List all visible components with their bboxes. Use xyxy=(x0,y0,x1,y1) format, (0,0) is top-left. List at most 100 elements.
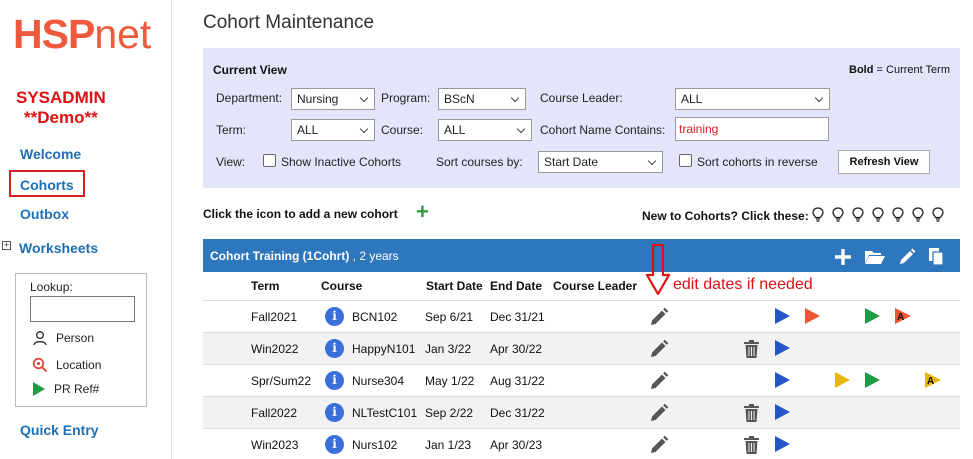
pencil-icon[interactable] xyxy=(649,339,669,362)
play-green-icon[interactable] xyxy=(864,307,881,328)
info-icon[interactable]: i xyxy=(325,435,344,454)
pencil-icon[interactable] xyxy=(649,307,669,330)
sort-reverse-checkbox[interactable] xyxy=(679,154,692,167)
play-blue-icon[interactable] xyxy=(774,371,791,392)
name-contains-input[interactable]: training xyxy=(675,117,829,141)
lookup-pr-ref[interactable]: PR Ref# xyxy=(32,381,99,397)
cell-course[interactable]: Nurs102 xyxy=(352,438,397,452)
table-row: Fall2021 i BCN102 Sep 6/21 Dec 31/21 A xyxy=(203,300,960,332)
show-inactive-checkbox[interactable] xyxy=(263,154,276,167)
trash-icon[interactable] xyxy=(743,403,760,426)
play-blue-icon[interactable] xyxy=(774,307,791,328)
cell-term: Fall2022 xyxy=(251,406,298,420)
sidebar: HSPnet SYSADMIN **Demo** Welcome Cohorts… xyxy=(0,0,172,459)
nav-cohorts-highlight[interactable]: Cohorts xyxy=(9,170,85,197)
lightbulb-icon[interactable] xyxy=(932,207,944,222)
cell-start-date: Sep 2/22 xyxy=(425,406,474,420)
cell-term: Spr/Sum22 xyxy=(251,374,312,388)
lookup-panel: Lookup: Person Location PR Ref# xyxy=(15,273,147,407)
show-inactive-label: Show Inactive Cohorts xyxy=(281,155,402,169)
lightbulb-icon[interactable] xyxy=(872,207,884,222)
down-arrow-annotation-icon xyxy=(645,243,671,296)
lightbulb-icon[interactable] xyxy=(852,207,864,222)
play-green-icon xyxy=(33,382,45,396)
course-leader-label: Course Leader: xyxy=(540,91,623,105)
course-select[interactable]: ALL xyxy=(438,119,532,141)
lookup-input[interactable] xyxy=(30,296,135,322)
pencil-icon[interactable] xyxy=(649,403,669,426)
trash-icon[interactable] xyxy=(743,435,760,458)
cell-term: Win2023 xyxy=(251,438,299,452)
play-yellow-icon[interactable] xyxy=(834,371,851,392)
table-row: Fall2022 i NLTestC101 Sep 2/22 Dec 31/22 xyxy=(203,396,960,428)
nav-quick-entry[interactable]: Quick Entry xyxy=(20,422,99,438)
cohort-actions xyxy=(834,247,944,266)
lookup-person-label: Person xyxy=(56,331,95,345)
info-icon[interactable]: i xyxy=(325,339,344,358)
cohort-title: Cohort Training (1Cohrt) , 2 years xyxy=(210,249,399,263)
sort-by-select[interactable]: Start Date xyxy=(538,151,663,173)
filter-heading: Current View xyxy=(213,63,287,77)
department-select[interactable]: Nursing xyxy=(291,88,375,110)
sort-reverse-label: Sort cohorts in reverse xyxy=(697,155,818,169)
play-blue-icon[interactable] xyxy=(774,435,791,456)
location-search-icon xyxy=(32,357,48,373)
cell-term: Fall2021 xyxy=(251,310,298,324)
play-a-yellow-icon[interactable]: A xyxy=(924,371,942,392)
worksheets-expand-icon[interactable]: + xyxy=(2,241,11,250)
hspnet-logo[interactable]: HSPnet xyxy=(13,14,151,55)
add-cohort-text: Click the icon to add a new cohort xyxy=(203,207,398,221)
trash-icon[interactable] xyxy=(743,339,760,362)
cell-course[interactable]: Nurse304 xyxy=(352,374,404,388)
program-select[interactable]: BScN xyxy=(438,88,526,110)
app-root: HSPnet SYSADMIN **Demo** Welcome Cohorts… xyxy=(0,0,973,459)
filter-panel: Current View Bold = Current Term Departm… xyxy=(203,48,960,188)
th-start-date: Start Date xyxy=(426,279,483,293)
nav-outbox[interactable]: Outbox xyxy=(20,206,69,222)
cell-course[interactable]: HappyN101 xyxy=(352,342,415,356)
play-red-icon[interactable] xyxy=(804,307,821,328)
lookup-title: Lookup: xyxy=(30,280,73,294)
cell-start-date: Jan 1/23 xyxy=(425,438,472,452)
view-label: View: xyxy=(216,155,246,169)
info-icon[interactable]: i xyxy=(325,307,344,326)
add-cohort-plus-icon[interactable]: + xyxy=(416,201,429,223)
svg-text:A: A xyxy=(897,312,904,323)
cell-end-date: Dec 31/21 xyxy=(490,310,545,324)
course-leader-select[interactable]: ALL xyxy=(675,88,830,110)
table-row: Win2023 i Nurs102 Jan 1/23 Apr 30/23 xyxy=(203,428,960,459)
lookup-location[interactable]: Location xyxy=(32,357,101,373)
play-blue-icon[interactable] xyxy=(774,339,791,360)
logo-text-net: net xyxy=(94,11,152,57)
pencil-icon[interactable] xyxy=(649,371,669,394)
pencil-icon[interactable] xyxy=(649,435,669,458)
nav-worksheets[interactable]: Worksheets xyxy=(19,240,98,256)
nav-cohorts[interactable]: Cohorts xyxy=(20,177,74,193)
lightbulb-icon[interactable] xyxy=(832,207,844,222)
play-green-icon[interactable] xyxy=(864,371,881,392)
lightbulb-icon[interactable] xyxy=(812,207,824,222)
cell-course[interactable]: NLTestC101 xyxy=(352,406,417,420)
cohort-title-duration: , 2 years xyxy=(349,249,399,263)
lookup-person[interactable]: Person xyxy=(32,330,94,346)
pencil-icon[interactable] xyxy=(898,248,916,266)
refresh-view-button[interactable]: Refresh View xyxy=(838,150,930,174)
lightbulb-icon[interactable] xyxy=(912,207,924,222)
plus-icon[interactable] xyxy=(834,248,852,266)
info-icon[interactable]: i xyxy=(325,371,344,390)
info-icon[interactable]: i xyxy=(325,403,344,422)
bold-note: Bold = Current Term xyxy=(849,64,950,76)
user-demo-label: **Demo** xyxy=(24,108,98,127)
folder-open-icon[interactable] xyxy=(864,248,886,265)
nav-welcome[interactable]: Welcome xyxy=(20,146,81,162)
play-a-red-icon[interactable]: A xyxy=(894,307,912,328)
term-select[interactable]: ALL xyxy=(291,119,375,141)
lookup-location-label: Location xyxy=(56,358,102,372)
copy-icon[interactable] xyxy=(928,247,944,266)
name-contains-label: Cohort Name Contains: xyxy=(540,123,666,137)
user-name: SYSADMIN **Demo** xyxy=(16,88,106,128)
lightbulb-icon[interactable] xyxy=(892,207,904,222)
play-blue-icon[interactable] xyxy=(774,403,791,424)
cell-start-date: Sep 6/21 xyxy=(425,310,474,324)
cell-course[interactable]: BCN102 xyxy=(352,310,397,324)
